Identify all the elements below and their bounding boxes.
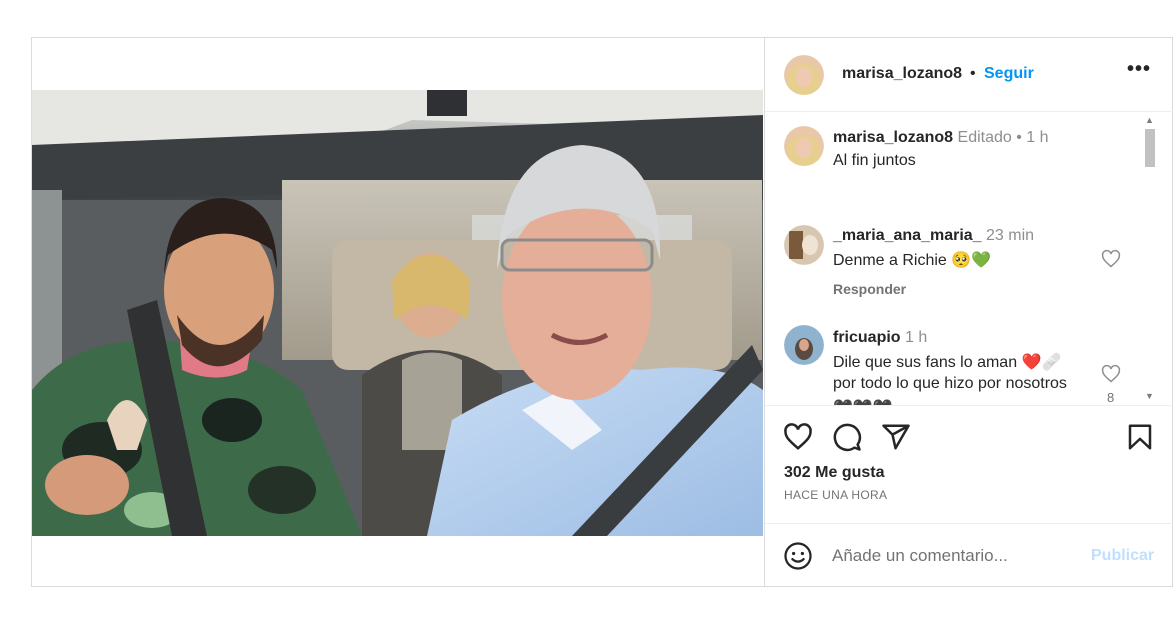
author-username[interactable]: marisa_lozano8: [842, 65, 962, 83]
scroll-thumb[interactable]: [1145, 129, 1155, 167]
post-sidebar: marisa_lozano8 • Seguir ••• marisa_lozan…: [764, 38, 1173, 586]
post-actions: 302 Me gusta HACE UNA HORA: [765, 405, 1173, 523]
comment-time[interactable]: 23 min: [986, 227, 1034, 244]
more-options-icon[interactable]: •••: [1127, 59, 1151, 84]
comments-scrollbar[interactable]: ▲ ▼: [1141, 113, 1158, 405]
comment-text: Denme a Richie 🥺💚: [833, 252, 992, 269]
author-avatar[interactable]: [784, 55, 824, 95]
comment-avatar[interactable]: [784, 225, 824, 265]
heart-icon[interactable]: [1101, 249, 1121, 269]
comment-icon[interactable]: [832, 422, 862, 452]
comment-time[interactable]: 1 h: [905, 329, 927, 346]
reply-button[interactable]: Responder: [833, 281, 906, 297]
post-header: marisa_lozano8 • Seguir •••: [765, 38, 1173, 112]
post-photo[interactable]: [32, 90, 763, 536]
comment-like-count: 8: [1107, 390, 1115, 405]
heart-icon[interactable]: [783, 422, 813, 452]
bookmark-icon[interactable]: [1125, 422, 1155, 452]
comment-text-line: 🖤🖤🖤: [833, 398, 893, 405]
comment-text-line: Dile que sus fans lo aman ❤️🩹: [833, 354, 1062, 371]
comment-text-line: por todo lo que hizo por nosotros: [833, 375, 1067, 392]
comment-username[interactable]: _maria_ana_maria_: [833, 227, 982, 244]
instagram-post: marisa_lozano8 • Seguir ••• marisa_lozan…: [31, 37, 1173, 587]
comment-header: _maria_ana_maria_ 23 min: [833, 227, 1034, 245]
add-comment-bar: Publicar: [765, 523, 1173, 586]
caption-dot: •: [1016, 129, 1022, 146]
caption-edited: Editado: [957, 129, 1012, 146]
comment-avatar[interactable]: [784, 325, 824, 365]
comment-username[interactable]: fricuapio: [833, 329, 901, 346]
caption-text: Al fin juntos: [833, 152, 916, 169]
smiley-icon[interactable]: [783, 541, 813, 571]
comments-list[interactable]: marisa_lozano8 Editado • 1 h Al fin junt…: [765, 113, 1173, 405]
caption-time[interactable]: 1 h: [1026, 129, 1048, 146]
post-media: [32, 38, 763, 586]
caption-avatar[interactable]: [784, 126, 824, 166]
publish-button[interactable]: Publicar: [1091, 547, 1154, 565]
car-selfie-image: [32, 90, 763, 536]
scroll-down-arrow-icon[interactable]: ▼: [1145, 391, 1154, 401]
post-time[interactable]: HACE UNA HORA: [784, 488, 887, 502]
share-icon[interactable]: [881, 422, 911, 452]
caption-username[interactable]: marisa_lozano8: [833, 129, 953, 146]
likes-count[interactable]: 302 Me gusta: [784, 464, 884, 482]
scroll-up-arrow-icon[interactable]: ▲: [1145, 115, 1154, 125]
heart-icon[interactable]: [1101, 364, 1121, 384]
caption-header: marisa_lozano8 Editado • 1 h: [833, 129, 1049, 147]
follow-button[interactable]: Seguir: [984, 65, 1034, 83]
separator-dot: •: [970, 65, 976, 82]
comment-input[interactable]: [832, 542, 1082, 570]
comment-header: fricuapio 1 h: [833, 329, 927, 347]
